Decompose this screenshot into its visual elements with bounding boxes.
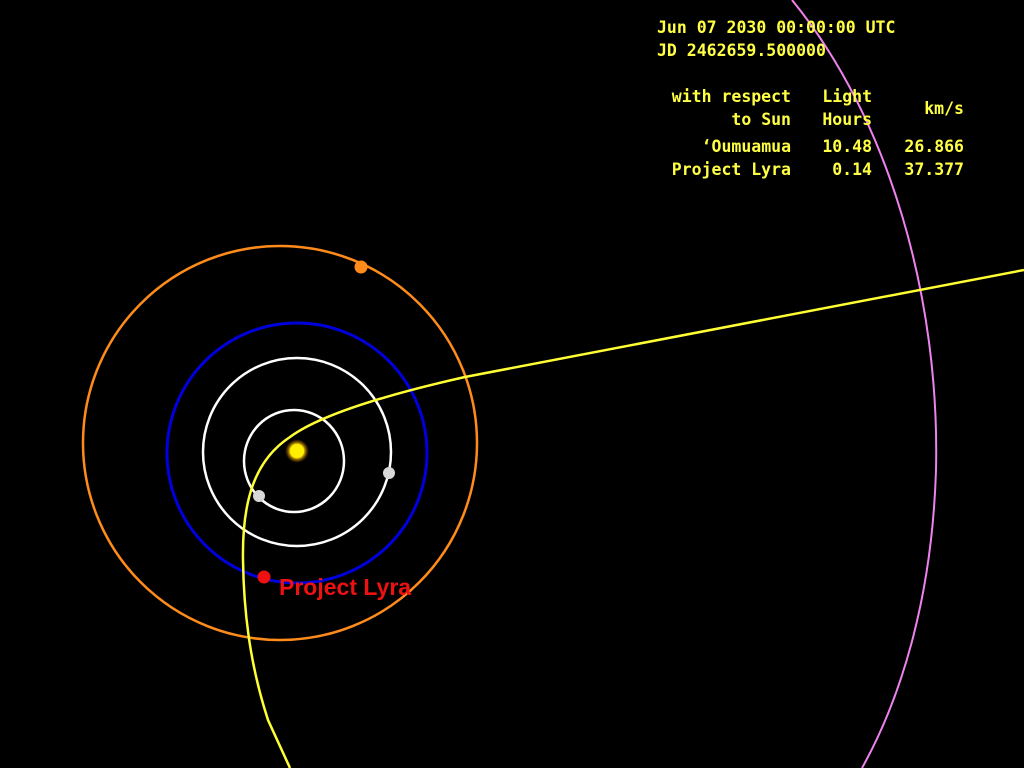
mars-planet-icon [354,260,368,274]
distance-velocity-table: with respect to Sun Light Hours km/s ‘Ou… [657,85,964,181]
date-readout: Jun 07 2030 00:00:00 UTC [657,18,896,37]
row-light-hours: 0.14 [832,160,872,179]
julian-date-readout: JD 2462659.500000 [657,41,826,60]
row-name: Project Lyra [671,160,791,179]
table-header-row: with respect to Sun Light Hours km/s [657,85,964,131]
table-row: Project Lyra 0.14 37.377 [657,158,964,181]
row-name: ‘Oumuamua [701,137,791,156]
table-row: ‘Oumuamua 10.48 26.866 [657,131,964,158]
row-light-hours: 10.48 [822,137,872,156]
header-kms: km/s [924,98,964,118]
venus-planet-icon [383,467,395,479]
mercury-planet-icon [253,490,265,502]
project-lyra-label: Project Lyra [279,574,412,600]
earth-planet-icon [257,570,271,584]
header-reference: with respect to Sun [671,87,791,129]
sun-icon [285,439,309,463]
row-kms: 26.866 [904,137,964,156]
header-light-hours: Light Hours [822,87,872,129]
lyra-trajectory [241,268,1024,768]
row-kms: 37.377 [904,160,964,179]
